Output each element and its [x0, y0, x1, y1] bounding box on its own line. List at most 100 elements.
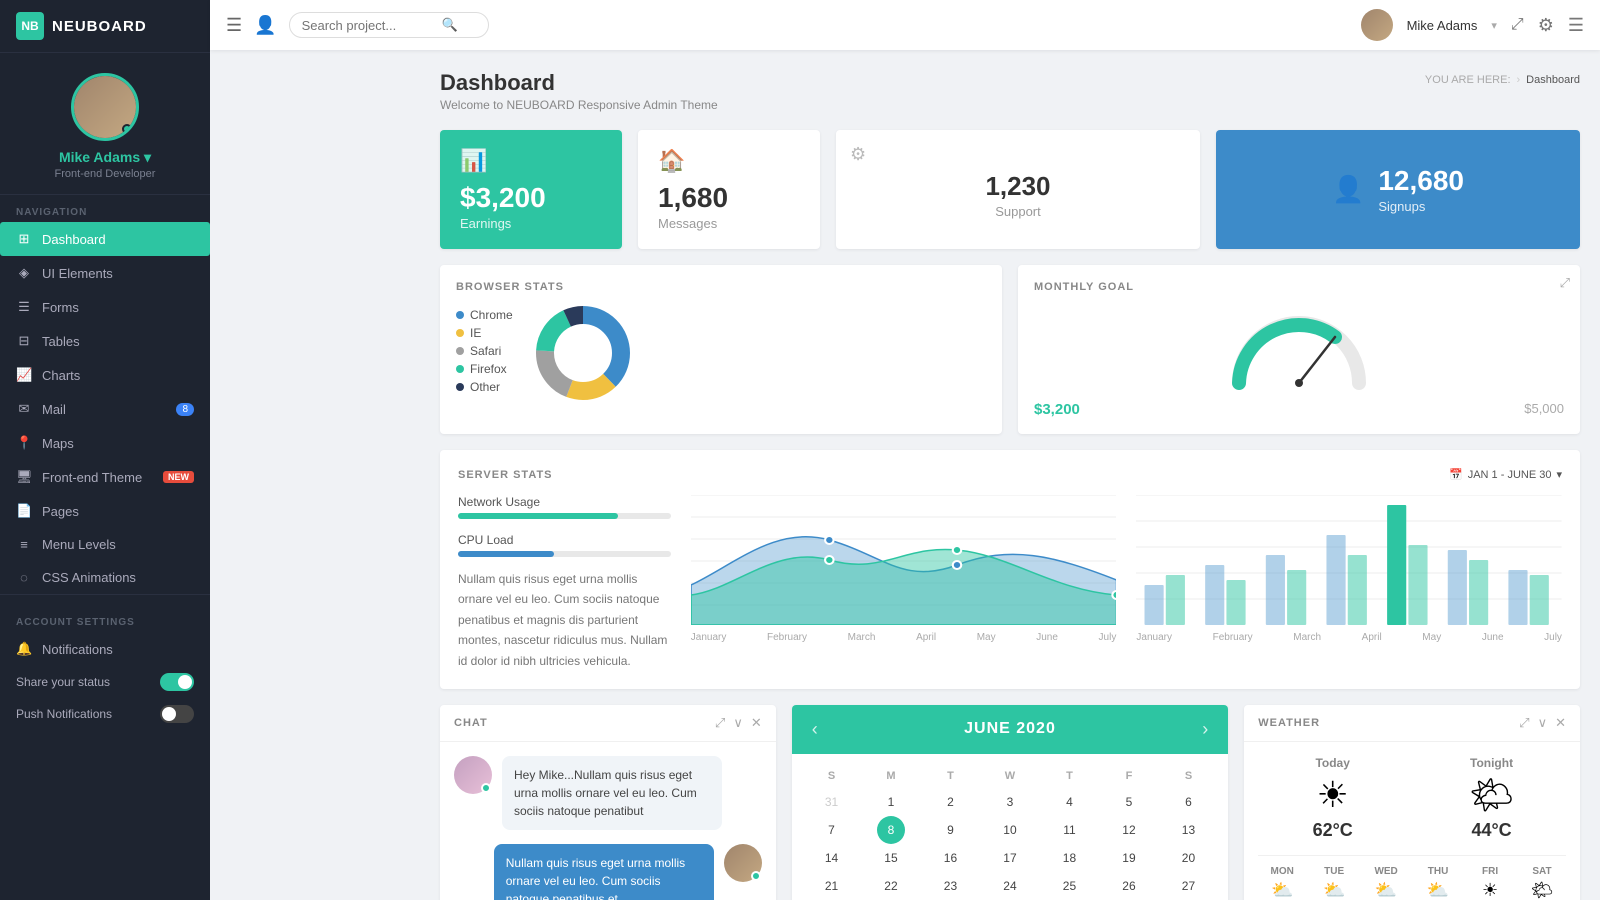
chat-message-right: Nullam quis risus eget urna mollis ornar… — [454, 844, 762, 900]
bar-chart-container: JanuaryFebruaryMarchAprilMayJuneJuly — [1136, 495, 1562, 671]
search-input[interactable] — [302, 18, 442, 33]
weather-collapse-icon[interactable]: ∨ — [1538, 715, 1548, 731]
calendar-cell[interactable]: 26 — [1099, 872, 1159, 900]
goal-expand-icon[interactable]: ⤢ — [1560, 275, 1570, 291]
goal-target: $5,000 — [1524, 401, 1564, 418]
calendar-cell[interactable]: 20 — [1159, 844, 1219, 872]
calendar-cell[interactable]: 31 — [802, 788, 861, 816]
chat-close-icon[interactable]: ✕ — [751, 715, 762, 731]
user-icon[interactable]: 👤 — [254, 15, 276, 36]
server-stats-content: Network Usage CPU Load Nullam quis risus… — [458, 495, 1562, 671]
weather-today: Today ☀ 62°C — [1258, 756, 1407, 841]
push-notifications-toggle[interactable] — [160, 705, 194, 723]
sidebar-item-charts[interactable]: 📈Charts — [0, 358, 210, 392]
breadcrumb-here: YOU ARE HERE: — [1425, 74, 1511, 86]
sidebar-item-mail[interactable]: ✉Mail8 — [0, 392, 210, 426]
sidebar-item-notifications[interactable]: 🔔Notifications — [0, 632, 210, 666]
account-settings: ACCOUNT SETTINGS 🔔Notifications Share yo… — [0, 594, 210, 740]
topbar-settings-icon[interactable]: ⚙ — [1538, 15, 1554, 36]
chat-bubble-right: Nullam quis risus eget urna mollis ornar… — [494, 844, 714, 900]
calendar-cell[interactable]: 22 — [861, 872, 921, 900]
calendar-cell[interactable]: 3 — [980, 788, 1040, 816]
topbar-dropdown-arrow[interactable]: ▾ — [1491, 19, 1497, 32]
calendar-cell[interactable]: 13 — [1159, 816, 1219, 844]
earnings-value: $3,200 — [460, 182, 546, 214]
calendar-cell[interactable]: 6 — [1159, 788, 1219, 816]
pages-icon: 📄 — [16, 503, 32, 519]
calendar-cell[interactable]: 18 — [1040, 844, 1100, 872]
sidebar-item-forms[interactable]: ☰Forms — [0, 290, 210, 324]
calendar-cell[interactable]: 24 — [980, 872, 1040, 900]
calendar-cell[interactable]: 15 — [861, 844, 921, 872]
push-notifications-toggle-row: Push Notifications — [0, 698, 210, 730]
chat-avatar-right — [724, 844, 762, 882]
sidebar-brand: NB NEUBOARD — [0, 0, 210, 53]
calendar-cell[interactable]: 5 — [1099, 788, 1159, 816]
weather-controls: ⤢ ∨ ✕ — [1519, 715, 1566, 731]
chat-expand-icon[interactable]: ⤢ — [715, 715, 725, 731]
chat-collapse-icon[interactable]: ∨ — [733, 715, 743, 731]
support-card: ⚙ 1,230 Support — [836, 130, 1200, 249]
calendar-cell[interactable]: 16 — [921, 844, 981, 872]
sidebar-item-tables[interactable]: ⊟Tables — [0, 324, 210, 358]
push-notifications-label: Push Notifications — [16, 707, 112, 721]
calendar-cell[interactable]: 10 — [980, 816, 1040, 844]
sidebar-item-pages[interactable]: 📄Pages — [0, 494, 210, 528]
calendar-cell[interactable]: 21 — [802, 872, 861, 900]
support-label: Support — [856, 204, 1180, 219]
calendar-cell[interactable]: 4 — [1040, 788, 1100, 816]
hamburger-menu-icon[interactable]: ☰ — [226, 15, 242, 36]
search-box: 🔍 — [289, 12, 489, 38]
weather-expand-icon[interactable]: ⤢ — [1519, 715, 1529, 731]
nav-section-title: NAVIGATION — [0, 195, 210, 222]
mail-icon: ✉ — [16, 401, 32, 417]
share-status-toggle[interactable] — [160, 673, 194, 691]
weather-close-icon[interactable]: ✕ — [1555, 715, 1566, 731]
sidebar-item-css-animations[interactable]: ◌CSS Animations — [0, 561, 210, 594]
tables-icon: ⊟ — [16, 333, 32, 349]
area-chart — [691, 495, 1117, 625]
ui-elements-icon: ◈ — [16, 265, 32, 281]
network-usage-row: Network Usage — [458, 495, 671, 519]
sidebar-item-maps[interactable]: 📍Maps — [0, 426, 210, 460]
chat-avatar-left — [454, 756, 492, 794]
calendar-header: ‹ JUNE 2020 › — [792, 705, 1228, 754]
calendar-cell[interactable]: 25 — [1040, 872, 1100, 900]
weather-title: WEATHER — [1258, 717, 1320, 729]
calendar-cell[interactable]: 7 — [802, 816, 861, 844]
calendar-days-header: SMTWTFS — [802, 764, 1218, 788]
browser-donut-chart — [533, 303, 633, 403]
chat-message-left: Hey Mike...Nullam quis risus eget urna m… — [454, 756, 762, 830]
share-status-toggle-row: Share your status — [0, 666, 210, 698]
forecast-day: THU ⛅ 28°C — [1414, 866, 1462, 900]
sidebar-item-ui-elements[interactable]: ◈UI Elements — [0, 256, 210, 290]
calendar-cell[interactable]: 23 — [921, 872, 981, 900]
breadcrumb-current: Dashboard — [1526, 74, 1580, 86]
page-subtitle: Welcome to NEUBOARD Responsive Admin The… — [440, 98, 718, 112]
today-icon: ☀ — [1317, 774, 1349, 816]
sidebar-item-frontend-theme[interactable]: 🖥Front-end ThemeNEW — [0, 460, 210, 494]
sidebar-item-menu-levels[interactable]: ≡Menu Levels — [0, 528, 210, 561]
calendar-prev-button[interactable]: ‹ — [812, 719, 818, 740]
calendar-cell[interactable]: 19 — [1099, 844, 1159, 872]
date-filter-arrow: ▾ — [1556, 468, 1562, 481]
calendar-cell[interactable]: 14 — [802, 844, 861, 872]
calendar-body: SMTWTFS 31123456789101112131415161718192… — [792, 754, 1228, 900]
monthly-goal-gauge — [1219, 303, 1379, 393]
calendar-cell[interactable]: 12 — [1099, 816, 1159, 844]
expand-icon[interactable]: ⤢ — [1511, 16, 1524, 34]
calendar-next-button[interactable]: › — [1202, 719, 1208, 740]
calendar-cell[interactable]: 27 — [1159, 872, 1219, 900]
calendar-cell[interactable]: 8 — [861, 816, 921, 844]
calendar-cell[interactable]: 11 — [1040, 816, 1100, 844]
bottom-row: CHAT ⤢ ∨ ✕ Hey Mike...Nullam quis risus … — [440, 705, 1580, 900]
topbar-nav-icon[interactable]: ☰ — [1568, 15, 1584, 36]
calendar-cell[interactable]: 9 — [921, 816, 981, 844]
calendar-cell[interactable]: 1 — [861, 788, 921, 816]
chat-header: CHAT ⤢ ∨ ✕ — [440, 705, 776, 742]
date-filter[interactable]: 📅 JAN 1 - JUNE 30 ▾ — [1449, 468, 1562, 481]
calendar-cell[interactable]: 17 — [980, 844, 1040, 872]
stats-row: 📊 $3,200 Earnings 🏠 1,680 Messages ⚙ 1,2… — [440, 130, 1580, 249]
sidebar-item-dashboard[interactable]: ⊞Dashboard — [0, 222, 210, 256]
calendar-cell[interactable]: 2 — [921, 788, 981, 816]
